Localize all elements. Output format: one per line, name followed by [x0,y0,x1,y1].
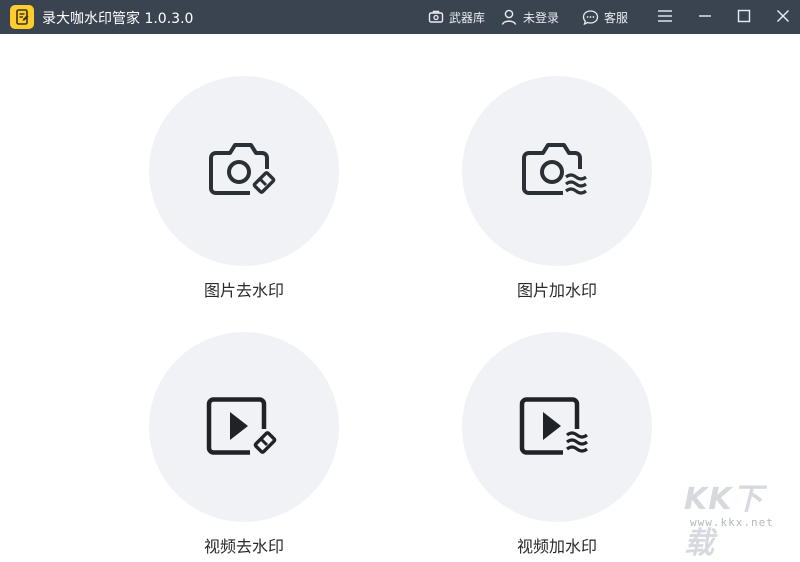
close-button[interactable] [768,0,798,34]
app-logo-icon [10,5,34,29]
watermark-url: www.kkx.net [690,516,774,529]
login-label: 未登录 [523,10,560,25]
user-icon [500,8,518,26]
app-title: 录大咖水印管家 1.0.3.0 [42,11,194,27]
login-button[interactable]: 未登录 [500,0,559,34]
menu-button[interactable] [650,0,680,34]
video-remove-watermark-button[interactable] [149,332,339,522]
video-add-watermark-button[interactable] [462,332,652,522]
video-add-watermark-label: 视频加水印 [516,537,597,556]
image-add-watermark-button[interactable] [462,76,652,266]
title-bar: 录大咖水印管家 1.0.3.0 武器库 未登录 客服 [0,0,800,34]
arsenal-button[interactable]: 武器库 [428,0,485,34]
image-add-watermark-label: 图片加水印 [516,281,597,300]
image-remove-watermark-label: 图片去水印 [203,281,284,300]
maximize-icon [737,8,751,27]
video-remove-watermark-label: 视频去水印 [203,537,284,556]
arsenal-label: 武器库 [449,10,486,25]
chat-bubble-icon [582,9,599,26]
toolbox-icon [428,9,444,25]
image-remove-watermark-button[interactable] [149,76,339,266]
maximize-button[interactable] [729,0,759,34]
support-label: 客服 [604,10,629,25]
close-icon [776,8,790,27]
hamburger-icon [657,8,673,27]
support-button[interactable]: 客服 [582,0,628,34]
minimize-button[interactable] [690,0,720,34]
site-watermark: KK下载 www.kkx.net [676,474,794,561]
minimize-icon [698,8,712,27]
